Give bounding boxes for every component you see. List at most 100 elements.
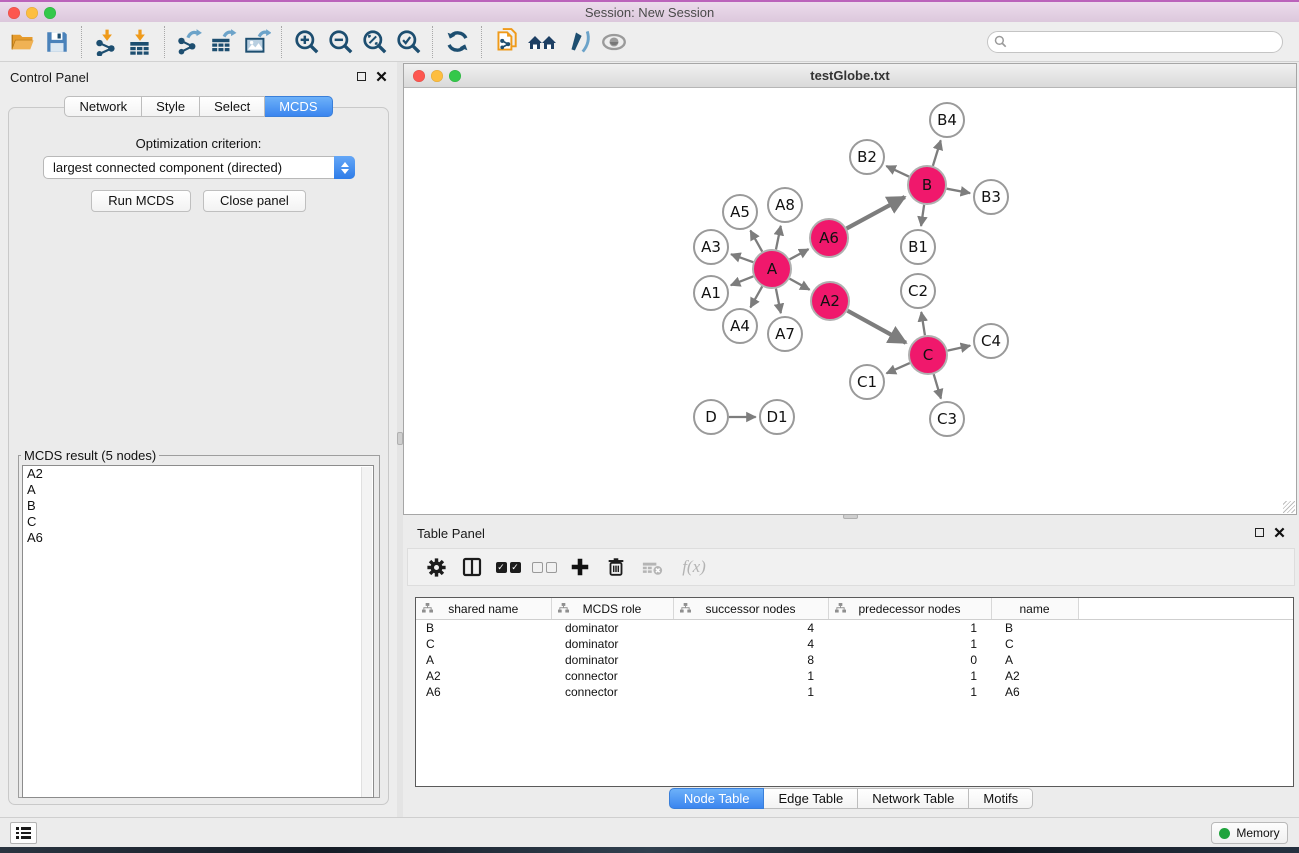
run-mcds-button[interactable]: Run MCDS [91,190,191,212]
column-header[interactable]: MCDS role [551,598,673,620]
minimize-window-button[interactable] [26,7,38,19]
genemania-search-icon[interactable] [523,25,563,59]
network-close-button[interactable] [413,70,425,82]
network-zoom-button[interactable] [449,70,461,82]
function-builder-icon[interactable]: f(x) [672,552,716,582]
column-header[interactable]: predecessor nodes [828,598,991,620]
column-header[interactable]: successor nodes [673,598,828,620]
list-scrollbar[interactable] [361,467,372,798]
refresh-layout-icon[interactable] [440,25,474,59]
column-header[interactable]: shared name [416,598,551,620]
graph-edge-A-A7[interactable] [776,289,781,314]
graph-edge-C-C2[interactable] [921,312,925,335]
zoom-fit-icon[interactable] [357,25,391,59]
export-network-icon[interactable] [172,25,206,59]
mcds-result-item[interactable]: B [23,498,373,514]
graph-edge-A-A5[interactable] [750,231,762,252]
import-network-icon[interactable] [89,25,123,59]
graph-node-A6[interactable]: A6 [810,219,848,257]
node-table[interactable]: shared nameMCDS rolesuccessor nodesprede… [415,597,1294,787]
graph-edge-C-C1[interactable] [886,363,909,373]
mcds-result-item[interactable]: A [23,482,373,498]
graph-node-B[interactable]: B [908,166,946,204]
tab-node-table[interactable]: Node Table [669,788,765,809]
tab-style[interactable]: Style [142,96,200,117]
graph-edge-A-A3[interactable] [731,254,753,262]
float-panel-icon[interactable] [357,72,366,81]
tab-mcds[interactable]: MCDS [265,96,332,117]
close-panel-button[interactable]: Close panel [203,190,306,212]
table-row[interactable]: A6connector11A6 [416,684,1293,700]
export-table-icon[interactable] [206,25,240,59]
task-history-icon[interactable] [10,822,37,844]
mcds-result-item[interactable]: C [23,514,373,530]
close-panel-icon[interactable] [1274,527,1285,538]
table-row[interactable]: Bdominator41B [416,620,1293,637]
graph-node-A3[interactable]: A3 [694,230,728,264]
graph-edge-B-B4[interactable] [933,140,941,166]
graph-node-C[interactable]: C [909,336,947,374]
graph-edge-B-B1[interactable] [921,205,924,226]
zoom-selected-icon[interactable] [391,25,425,59]
graph-node-C1[interactable]: C1 [850,365,884,399]
zoom-out-icon[interactable] [323,25,357,59]
graph-node-C2[interactable]: C2 [901,274,935,308]
select-all-icon[interactable]: ✓✓ [492,552,524,582]
graph-edge-A2-C[interactable] [848,311,906,343]
deselect-all-icon[interactable] [528,552,560,582]
delete-table-icon[interactable] [636,552,668,582]
graph-node-A[interactable]: A [753,250,791,288]
graph-edge-A-A4[interactable] [750,286,762,307]
graph-node-B2[interactable]: B2 [850,140,884,174]
table-row[interactable]: Adominator80A [416,652,1293,668]
network-canvas[interactable]: AA1A2A3A4A5A6A7A8BB1B2B3B4CC1C2C3C4DD1 [405,88,1295,514]
settings-gear-icon[interactable] [420,552,452,582]
network-window-titlebar[interactable]: testGlobe.txt [404,64,1296,88]
tab-network-table[interactable]: Network Table [858,788,969,809]
graph-edge-A-A8[interactable] [776,226,781,250]
graph-node-B4[interactable]: B4 [930,103,964,137]
graph-node-C4[interactable]: C4 [974,324,1008,358]
network-graph[interactable]: AA1A2A3A4A5A6A7A8BB1B2B3B4CC1C2C3C4DD1 [405,88,1295,514]
toggle-graphics-details-icon[interactable] [563,25,597,59]
graph-edge-C-C4[interactable] [948,346,971,351]
graph-edge-A-A1[interactable] [731,276,754,285]
mcds-result-list[interactable]: A2ABCA6 [22,465,374,798]
column-layout-icon[interactable] [456,552,488,582]
zoom-window-button[interactable] [44,7,56,19]
save-session-icon[interactable] [40,25,74,59]
tab-network[interactable]: Network [64,96,142,117]
import-table-icon[interactable] [123,25,157,59]
network-minimize-button[interactable] [431,70,443,82]
graph-edge-A-A2[interactable] [790,279,810,290]
graph-edge-B-B3[interactable] [947,189,970,193]
tab-edge-table[interactable]: Edge Table [764,788,858,809]
export-image-icon[interactable] [240,25,274,59]
graph-node-A1[interactable]: A1 [694,276,728,310]
graph-node-D1[interactable]: D1 [760,400,794,434]
zoom-in-icon[interactable] [289,25,323,59]
memory-button[interactable]: Memory [1211,822,1288,844]
graph-node-A4[interactable]: A4 [723,309,757,343]
table-row[interactable]: A2connector11A2 [416,668,1293,684]
graph-node-C3[interactable]: C3 [930,402,964,436]
graph-node-A5[interactable]: A5 [723,195,757,229]
graph-node-B3[interactable]: B3 [974,180,1008,214]
optimization-criterion-select[interactable]: largest connected component (directed) [43,156,355,179]
graph-node-D[interactable]: D [694,400,728,434]
tab-select[interactable]: Select [200,96,265,117]
show-hide-icon[interactable] [597,25,631,59]
mcds-result-item[interactable]: A6 [23,530,373,546]
delete-column-icon[interactable] [600,552,632,582]
search-input[interactable] [987,31,1283,53]
column-header[interactable]: name [991,598,1078,620]
clone-network-icon[interactable] [489,25,523,59]
mcds-result-item[interactable]: A2 [23,466,373,482]
graph-edge-A6-B[interactable] [847,197,905,228]
graph-edge-A-A6[interactable] [790,249,809,259]
open-file-icon[interactable] [6,25,40,59]
graph-node-B1[interactable]: B1 [901,230,935,264]
graph-node-A7[interactable]: A7 [768,317,802,351]
tab-motifs[interactable]: Motifs [969,788,1033,809]
graph-node-A8[interactable]: A8 [768,188,802,222]
